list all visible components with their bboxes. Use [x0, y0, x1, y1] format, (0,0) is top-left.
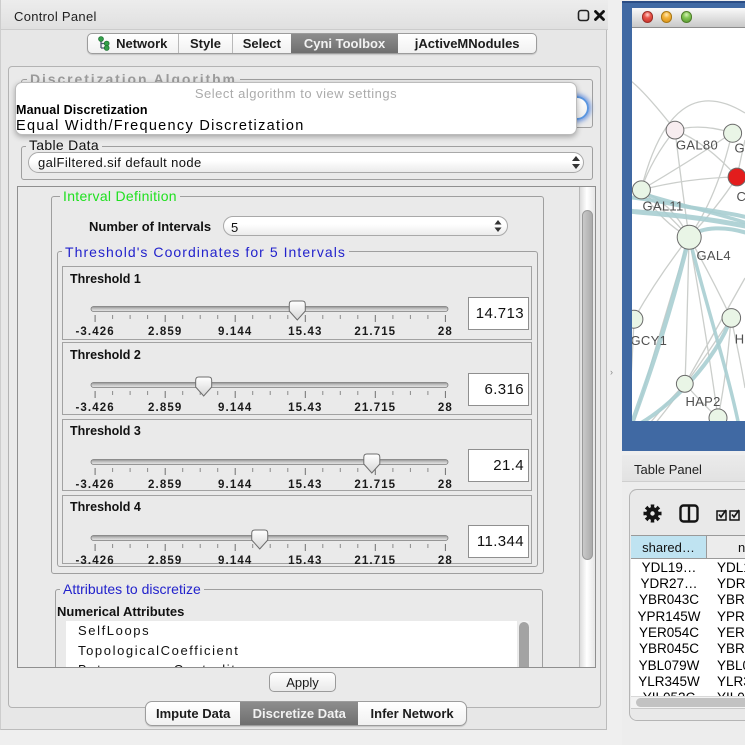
svg-text:GAL11: GAL11 — [643, 199, 684, 214]
svg-text:-3.426: -3.426 — [75, 479, 114, 491]
svg-text:-3.426: -3.426 — [75, 555, 114, 567]
svg-text:9.144: 9.144 — [218, 555, 252, 567]
svg-text:2.859: 2.859 — [148, 555, 182, 567]
svg-text:15.43: 15.43 — [288, 479, 322, 491]
svg-text:GA: GA — [735, 141, 745, 156]
svg-text:C: C — [737, 189, 745, 204]
svg-text:HAP2: HAP2 — [686, 394, 721, 409]
svg-text:28: 28 — [438, 479, 453, 491]
svg-text:28: 28 — [438, 555, 453, 567]
svg-text:-3.426: -3.426 — [75, 402, 114, 414]
svg-text:2.859: 2.859 — [148, 479, 182, 491]
svg-text:9.144: 9.144 — [218, 402, 252, 414]
svg-text:GCY1: GCY1 — [632, 333, 667, 348]
svg-text:28: 28 — [438, 326, 453, 338]
svg-text:15.43: 15.43 — [288, 555, 322, 567]
svg-text:GAL4: GAL4 — [697, 248, 731, 263]
svg-text:2.859: 2.859 — [148, 326, 182, 338]
svg-text:21.715: 21.715 — [354, 402, 396, 414]
svg-text:H: H — [735, 331, 745, 346]
svg-text:15.43: 15.43 — [288, 326, 322, 338]
svg-text:-3.426: -3.426 — [75, 326, 114, 338]
svg-text:9.144: 9.144 — [218, 479, 252, 491]
svg-text:21.715: 21.715 — [354, 555, 396, 567]
svg-text:15.43: 15.43 — [288, 402, 322, 414]
svg-text:9.144: 9.144 — [218, 326, 252, 338]
svg-text:GAL80: GAL80 — [676, 138, 718, 153]
svg-text:28: 28 — [438, 402, 453, 414]
svg-text:2.859: 2.859 — [148, 402, 182, 414]
svg-text:21.715: 21.715 — [354, 479, 396, 491]
svg-text:21.715: 21.715 — [354, 326, 396, 338]
